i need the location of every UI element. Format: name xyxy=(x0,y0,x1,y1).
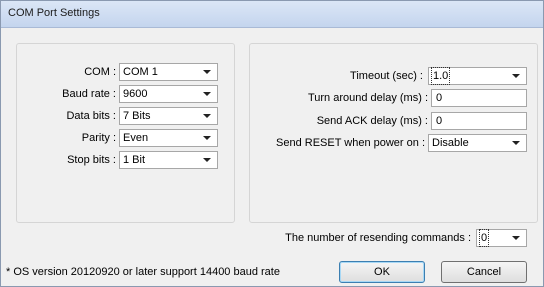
data-bits-select[interactable]: 7 Bits xyxy=(119,107,218,125)
resend-count-label: The number of resending commands : xyxy=(285,232,471,244)
parity-label: Parity : xyxy=(81,132,116,144)
baud-rate-footnote: * OS version 20120920 or later support 1… xyxy=(6,266,280,278)
stop-bits-label: Stop bits : xyxy=(67,154,116,166)
ok-button[interactable]: OK xyxy=(339,261,425,283)
chevron-down-icon xyxy=(512,74,520,78)
data-bits-value: 7 Bits xyxy=(123,110,151,122)
resend-count-value: 0 xyxy=(478,229,490,247)
baud-rate-select[interactable]: 9600 xyxy=(119,85,218,103)
baud-rate-value: 9600 xyxy=(123,88,148,100)
send-reset-value: Disable xyxy=(432,137,469,149)
window-title: COM Port Settings xyxy=(8,7,100,19)
turn-around-delay-field[interactable]: 0 xyxy=(431,89,527,107)
chevron-down-icon xyxy=(203,92,211,96)
send-reset-label: Send RESET when power on : xyxy=(276,137,425,149)
parity-value: Even xyxy=(123,132,149,144)
stop-bits-value: 1 Bit xyxy=(123,154,146,166)
chevron-down-icon xyxy=(203,70,211,74)
chevron-down-icon xyxy=(203,114,211,118)
com-select[interactable]: COM 1 xyxy=(119,63,218,81)
com-label: COM : xyxy=(84,66,116,78)
chevron-down-icon xyxy=(203,158,211,162)
timeout-label: Timeout (sec) : xyxy=(350,70,423,82)
chevron-down-icon xyxy=(203,136,211,140)
send-reset-select[interactable]: Disable xyxy=(428,134,527,152)
com-port-settings-dialog: COM Port Settings COM : COM 1 Baud rate … xyxy=(0,0,544,287)
data-bits-label: Data bits : xyxy=(66,110,116,122)
parity-select[interactable]: Even xyxy=(119,129,218,147)
title-bar[interactable]: COM Port Settings xyxy=(1,1,543,28)
stop-bits-select[interactable]: 1 Bit xyxy=(119,151,218,169)
chevron-down-icon xyxy=(512,236,520,240)
send-ack-delay-label: Send ACK delay (ms) : xyxy=(316,115,428,127)
baud-rate-label: Baud rate : xyxy=(62,88,116,100)
cancel-button[interactable]: Cancel xyxy=(441,261,527,283)
turn-around-delay-label: Turn around delay (ms) : xyxy=(307,92,428,104)
timeout-value: 1.0 xyxy=(430,67,451,85)
timeout-select[interactable]: 1.0 xyxy=(428,67,527,85)
resend-count-select[interactable]: 0 xyxy=(476,229,527,247)
chevron-down-icon xyxy=(512,141,520,145)
send-ack-delay-field[interactable]: 0 xyxy=(431,112,527,130)
com-value: COM 1 xyxy=(123,66,158,78)
